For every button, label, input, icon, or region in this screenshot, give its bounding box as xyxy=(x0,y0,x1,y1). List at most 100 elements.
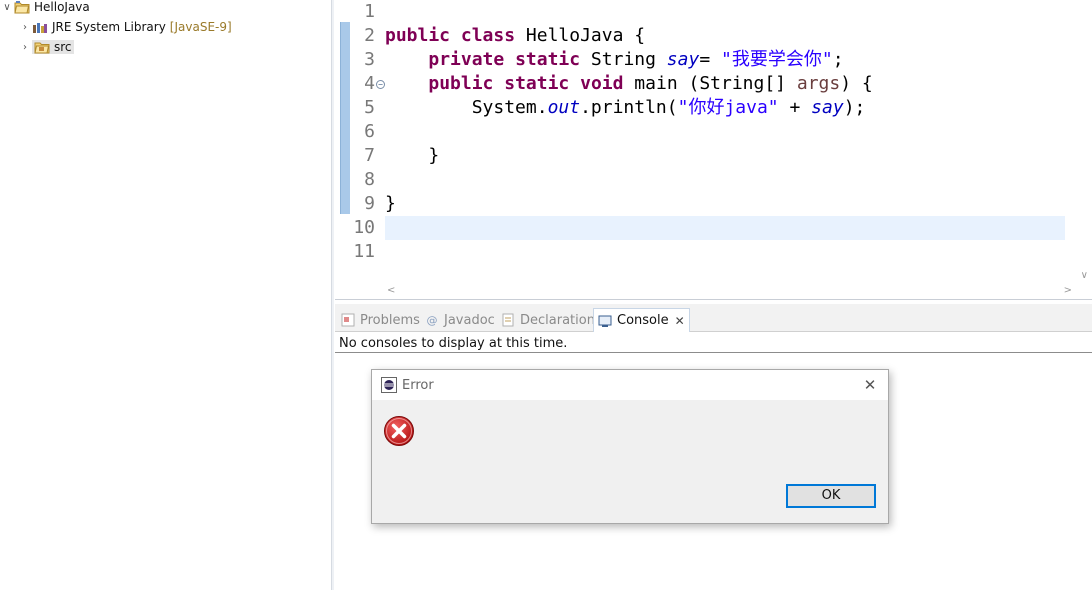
error-dialog: Error ✕ OK xyxy=(371,369,889,524)
line-number: 9 xyxy=(364,193,375,214)
javadoc-icon: @ xyxy=(426,313,438,327)
ok-button[interactable]: OK xyxy=(786,484,876,508)
scroll-down-icon[interactable]: ∨ xyxy=(1081,270,1088,281)
tab-javadoc[interactable]: @ Javadoc xyxy=(421,308,499,332)
code-token: args xyxy=(796,73,841,94)
code-token: String xyxy=(580,49,667,70)
src-selection[interactable]: src xyxy=(32,40,74,54)
fold-collapse-icon[interactable]: − xyxy=(376,80,385,89)
line-number: 11 xyxy=(353,241,375,262)
project-label: HelloJava xyxy=(34,0,90,14)
code-token: void xyxy=(580,73,624,94)
tree-item-project[interactable]: ∨ HelloJava xyxy=(0,0,90,17)
code-token: static xyxy=(504,73,570,94)
tab-problems-label: Problems xyxy=(360,312,420,328)
sash-divider[interactable] xyxy=(331,0,334,590)
code-token: System. xyxy=(385,97,548,118)
chevron-right-icon[interactable]: › xyxy=(18,22,32,33)
code-token: ); xyxy=(843,97,866,118)
vertical-scrollbar[interactable]: ∨ xyxy=(1074,0,1092,285)
tab-problems[interactable]: Problems xyxy=(337,308,424,332)
code-token: + xyxy=(778,97,812,118)
dialog-close-icon[interactable]: ✕ xyxy=(860,375,880,395)
code-token: private xyxy=(428,49,505,70)
line-number-gutter: 1 2 3 4−5 6 7 8 9 10 11 xyxy=(345,0,385,264)
code-line[interactable]: } xyxy=(385,144,1065,168)
project-folder-icon xyxy=(14,1,30,14)
close-icon[interactable]: ✕ xyxy=(675,314,685,328)
src-label: src xyxy=(54,40,72,54)
code-line[interactable]: System.out.println("你好java" + say); xyxy=(385,96,1065,120)
code-token: say xyxy=(811,97,844,118)
code-token: = xyxy=(699,49,721,70)
tab-declaration[interactable]: Declaration xyxy=(497,308,599,332)
code-token: HelloJava { xyxy=(515,25,646,46)
code-line[interactable]: private static String say= "我要学会你"; xyxy=(385,48,1065,72)
code-token: main (String[] xyxy=(623,73,797,94)
package-explorer: ∨ HelloJava › JRE System Library [JavaSE… xyxy=(0,0,331,590)
dialog-title: Error xyxy=(402,377,434,393)
code-line[interactable]: } xyxy=(385,192,1065,216)
line-number: 2 xyxy=(364,25,375,46)
code-line[interactable]: public class HelloJava { xyxy=(385,24,1065,48)
problems-icon xyxy=(341,313,355,327)
declaration-icon xyxy=(501,313,515,327)
code-line[interactable] xyxy=(385,240,1065,264)
line-number: 6 xyxy=(364,121,375,142)
chevron-down-icon[interactable]: ∨ xyxy=(0,2,14,13)
tab-console[interactable]: Console ✕ xyxy=(593,308,690,332)
tree-item-src[interactable]: › src xyxy=(18,37,74,57)
chevron-right-icon[interactable]: › xyxy=(18,42,32,53)
horizontal-scrollbar[interactable]: < > xyxy=(385,285,1074,299)
code-editor[interactable]: 1 2 3 4−5 6 7 8 9 10 11 public class HelloJava { … xyxy=(335,0,1092,300)
code-token: public xyxy=(428,73,494,94)
code-token: "我要学会你" xyxy=(721,49,833,70)
code-token: static xyxy=(515,49,581,70)
code-token: out xyxy=(547,97,581,118)
scroll-right-icon[interactable]: > xyxy=(1064,285,1072,296)
view-tab-bar: Problems @ Javadoc Declaration Console ✕ xyxy=(335,304,1092,332)
line-number: 5 xyxy=(364,97,375,118)
source-folder-icon xyxy=(34,42,50,54)
code-line[interactable] xyxy=(385,0,1065,24)
console-icon xyxy=(598,314,612,328)
code-token: .println( xyxy=(580,97,678,118)
console-divider xyxy=(335,352,1092,353)
code-token: ; xyxy=(832,49,844,70)
code-token: } xyxy=(385,145,440,166)
code-token: public xyxy=(385,25,451,46)
console-message: No consoles to display at this time. xyxy=(339,336,568,351)
error-icon xyxy=(384,416,414,446)
line-number: 4− xyxy=(345,72,385,96)
dialog-title-bar[interactable]: Error ✕ xyxy=(372,370,888,400)
code-area[interactable]: public class HelloJava { private static … xyxy=(385,0,1065,264)
current-code-line[interactable] xyxy=(385,216,1065,240)
code-line[interactable] xyxy=(385,168,1065,192)
code-line[interactable]: public static void main (String[] args) … xyxy=(385,72,1065,96)
code-token: "你好java" xyxy=(677,97,779,118)
line-number: 1 xyxy=(364,1,375,22)
code-token: class xyxy=(460,25,516,46)
code-token: ) { xyxy=(840,73,873,94)
line-number: 10 xyxy=(353,217,375,238)
jre-version-decoration: [JavaSE-9] xyxy=(169,20,232,34)
tab-declaration-label: Declaration xyxy=(520,312,595,328)
eclipse-app-icon xyxy=(381,377,397,393)
code-line[interactable] xyxy=(385,120,1065,144)
code-token: } xyxy=(385,193,396,214)
tab-console-label: Console xyxy=(617,313,669,328)
library-icon xyxy=(33,23,47,33)
tree-item-jre-library[interactable]: › JRE System Library [JavaSE-9] xyxy=(18,17,232,37)
line-number: 3 xyxy=(364,49,375,70)
line-number: 7 xyxy=(364,145,375,166)
code-token: say xyxy=(666,49,700,70)
jre-library-label: JRE System Library xyxy=(52,20,166,34)
scroll-left-icon[interactable]: < xyxy=(387,285,395,296)
tab-javadoc-label: Javadoc xyxy=(444,312,495,328)
